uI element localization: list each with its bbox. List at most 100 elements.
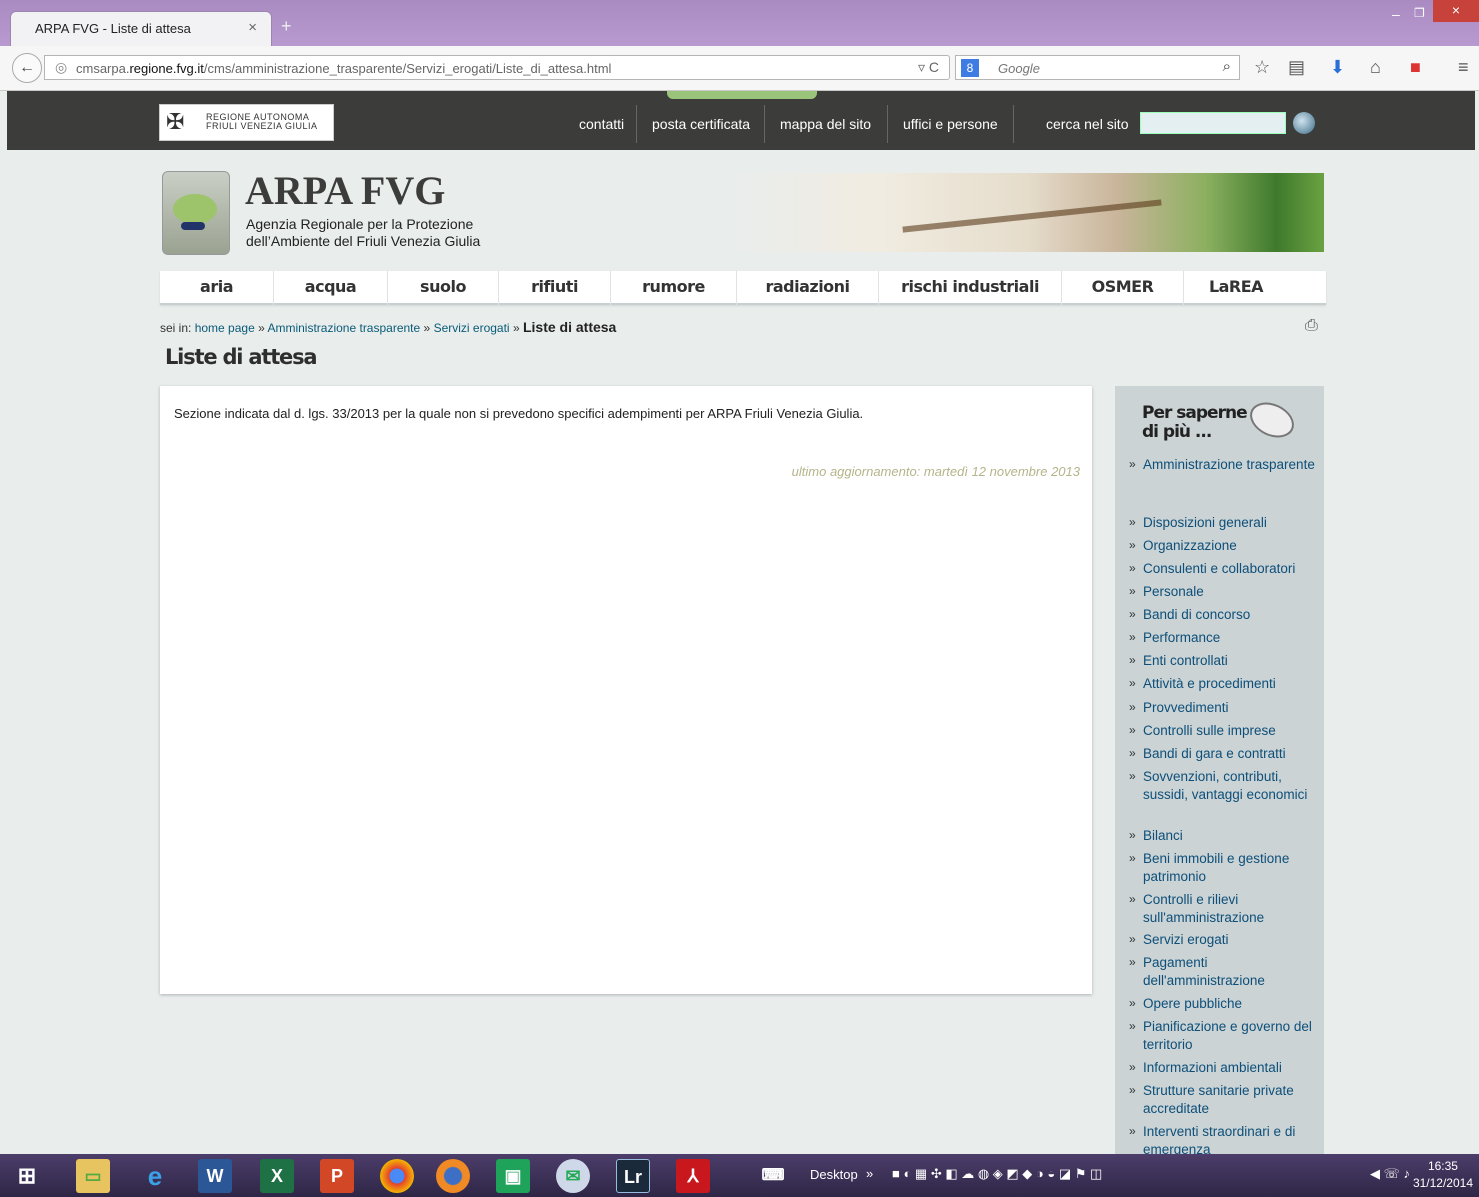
menu-rifiuti[interactable]: rifiuti: [499, 271, 611, 305]
sidebar-item[interactable]: » Amministrazione trasparente: [1129, 456, 1319, 474]
content-panel: Sezione indicata dal d. lgs. 33/2013 per…: [160, 386, 1092, 994]
menu-acqua[interactable]: acqua: [274, 271, 388, 305]
breadcrumb: sei in: home page » Amministrazione tras…: [160, 319, 617, 335]
back-arrow-icon[interactable]: ←: [12, 53, 42, 83]
menu-osmer[interactable]: OSMER: [1062, 271, 1184, 305]
address-bar[interactable]: ◎ cmsarpa.regione.fvg.it/cms/amministraz…: [44, 55, 950, 80]
sidebar-item[interactable]: » Beni immobili e gestione patrimonio: [1129, 850, 1319, 885]
tray-icons[interactable]: ■ ◐ ▦ ✣ ◧ ☁ ◍ ◈ ◩ ◆ ◑ ◒ ◪ ⚑ ◫: [892, 1166, 1102, 1182]
thunderbird-icon[interactable]: ✉: [556, 1159, 590, 1193]
sidebar-item[interactable]: » Controlli e rilievi sull'amministrazion…: [1129, 891, 1319, 926]
taskbar: ⊞ ▭ e W X P ▣ ✉ Lr ⅄ ⌨ Desktop » ■ ◐ ▦ ✣…: [0, 1154, 1479, 1197]
reload-icon[interactable]: ▿ C: [918, 59, 939, 76]
link-mappa-del-sito[interactable]: mappa del sito: [780, 116, 871, 132]
magnifier-icon[interactable]: ⌕: [1223, 58, 1231, 75]
volume-icon[interactable]: ◀ ☏ ♪: [1370, 1166, 1410, 1182]
sidebar-item[interactable]: » Pianificazione e governo del territorio: [1129, 1018, 1319, 1053]
url-text: cmsarpa.regione.fvg.it/cms/amministrazio…: [76, 61, 612, 76]
sidebar-item[interactable]: » Provvedimenti: [1129, 699, 1319, 717]
brand-subtitle: Agenzia Regionale per la Protezione dell’…: [246, 216, 481, 249]
reading-list-icon[interactable]: ▤: [1288, 57, 1305, 78]
menu-icon[interactable]: ≡: [1458, 57, 1469, 78]
file-explorer-icon[interactable]: ▭: [76, 1159, 110, 1193]
sidebar-item[interactable]: » Informazioni ambientali: [1129, 1059, 1319, 1077]
top-bar: ✠ REGIONE AUTONOMA FRIULI VENEZIA GIULIA …: [7, 91, 1475, 150]
clock[interactable]: 16:35 31/12/2014: [1413, 1158, 1473, 1192]
restore-icon[interactable]: ❐: [1414, 6, 1425, 20]
sidebar-item[interactable]: » Enti controllati: [1129, 652, 1319, 670]
keyboard-icon[interactable]: ⌨: [756, 1159, 790, 1193]
acrobat-reader-icon[interactable]: ⅄: [676, 1159, 710, 1193]
sidebar-item[interactable]: » Opere pubbliche: [1129, 995, 1319, 1013]
sidebar-item-label: Enti controllati: [1143, 653, 1228, 668]
sidebar-item-label: Organizzazione: [1143, 538, 1237, 553]
sidebar-item-label: Personale: [1143, 584, 1204, 599]
sidebar-item[interactable]: » Performance: [1129, 629, 1319, 647]
powerpoint-icon[interactable]: P: [320, 1159, 354, 1193]
sidebar-item[interactable]: » Controlli sulle imprese: [1129, 722, 1319, 740]
link-uffici-e-persone[interactable]: uffici e persone: [903, 116, 998, 132]
download-icon[interactable]: ⬇: [1330, 57, 1345, 78]
breadcrumb-servizi[interactable]: Servizi erogati: [434, 321, 510, 335]
menu-aria[interactable]: aria: [160, 271, 274, 305]
printer-icon[interactable]: ⎙: [1305, 317, 1318, 335]
scrollbar[interactable]: [1475, 91, 1479, 1154]
start-icon[interactable]: ⊞: [10, 1159, 44, 1193]
navigation-bar: ← ◎ cmsarpa.regione.fvg.it/cms/amministr…: [0, 46, 1479, 91]
sidebar-item-label: Provvedimenti: [1143, 700, 1229, 715]
desktop-label[interactable]: Desktop: [810, 1167, 858, 1182]
browser-window: ARPA FVG - Liste di attesa × + – ❐ × ← ◎…: [0, 0, 1479, 91]
menu-radiazioni[interactable]: radiazioni: [737, 271, 879, 305]
link-posta-certificata[interactable]: posta certificata: [652, 116, 750, 132]
sidebar-item[interactable]: » Organizzazione: [1129, 537, 1319, 555]
last-updated: ultimo aggiornamento: martedì 12 novembr…: [791, 464, 1080, 479]
sidebar-item[interactable]: » Personale: [1129, 583, 1319, 601]
green-tab-decoration: [667, 91, 817, 99]
minimize-icon[interactable]: –: [1392, 6, 1400, 22]
firefox-icon[interactable]: [436, 1159, 470, 1193]
word-icon[interactable]: W: [198, 1159, 232, 1193]
sidebar-item-label: Beni immobili e gestione patrimonio: [1143, 851, 1290, 884]
menu-suolo[interactable]: suolo: [388, 271, 499, 305]
excel-icon[interactable]: X: [260, 1159, 294, 1193]
sidebar-item[interactable]: » Pagamenti dell'amministrazione: [1129, 954, 1319, 989]
tab-bar: ARPA FVG - Liste di attesa × + – ❐ ×: [0, 0, 1479, 46]
bookmark-star-icon[interactable]: ☆: [1254, 57, 1270, 78]
sidebar-item[interactable]: » Bandi di concorso: [1129, 606, 1319, 624]
chrome-icon[interactable]: [380, 1159, 414, 1193]
site-search-input[interactable]: [1140, 112, 1286, 134]
acrobat-icon[interactable]: ■: [1410, 57, 1421, 78]
web-page: ✠ REGIONE AUTONOMA FRIULI VENEZIA GIULIA …: [7, 91, 1475, 1154]
sidebar-item[interactable]: » Sovvenzioni, contributi, sussidi, vanta…: [1129, 768, 1319, 803]
internet-explorer-icon[interactable]: e: [138, 1159, 172, 1193]
sidebar-item-label: Sovvenzioni, contributi, sussidi, vantag…: [1143, 769, 1308, 802]
new-tab-icon[interactable]: +: [281, 16, 292, 37]
sidebar-item[interactable]: » Bilanci: [1129, 827, 1319, 845]
browser-search-box[interactable]: 8 Google ⌕: [955, 55, 1240, 80]
breadcrumb-amministrazione[interactable]: Amministrazione trasparente: [267, 321, 420, 335]
region-logo[interactable]: ✠ REGIONE AUTONOMA FRIULI VENEZIA GIULIA: [159, 104, 334, 141]
sidebar-item[interactable]: » Strutture sanitarie private accreditate: [1129, 1082, 1319, 1117]
browser-tab[interactable]: ARPA FVG - Liste di attesa ×: [10, 11, 272, 46]
window-close-button[interactable]: ×: [1433, 0, 1479, 22]
menu-rumore[interactable]: rumore: [611, 271, 737, 305]
sidebar-item[interactable]: » Servizi erogati: [1129, 931, 1319, 949]
sidebar-item[interactable]: » Bandi di gara e contratti: [1129, 745, 1319, 763]
link-contatti[interactable]: contatti: [579, 116, 624, 132]
home-icon[interactable]: ⌂: [1370, 57, 1381, 78]
arpa-logo[interactable]: [162, 171, 230, 255]
menu-larea[interactable]: LaREA: [1184, 271, 1288, 305]
sidebar-item[interactable]: » Interventi straordinari e di emergenza: [1129, 1123, 1319, 1154]
search-go-button[interactable]: [1293, 112, 1315, 134]
sidebar-item[interactable]: » Consulenti e collaboratori: [1129, 560, 1319, 578]
mouse-icon: [1244, 395, 1300, 445]
store-icon[interactable]: ▣: [496, 1159, 530, 1193]
breadcrumb-home[interactable]: home page: [195, 321, 255, 335]
tab-close-icon[interactable]: ×: [248, 19, 257, 36]
lightroom-icon[interactable]: Lr: [616, 1159, 650, 1193]
menu-rischi-industriali[interactable]: rischi industriali: [879, 271, 1062, 305]
sidebar-item[interactable]: » Disposizioni generali: [1129, 514, 1319, 532]
more-toolbars-icon[interactable]: »: [866, 1166, 873, 1181]
sidebar-item[interactable]: » Attività e procedimenti: [1129, 675, 1319, 693]
sidebar-heading: Per saperne di più ...: [1142, 403, 1248, 442]
